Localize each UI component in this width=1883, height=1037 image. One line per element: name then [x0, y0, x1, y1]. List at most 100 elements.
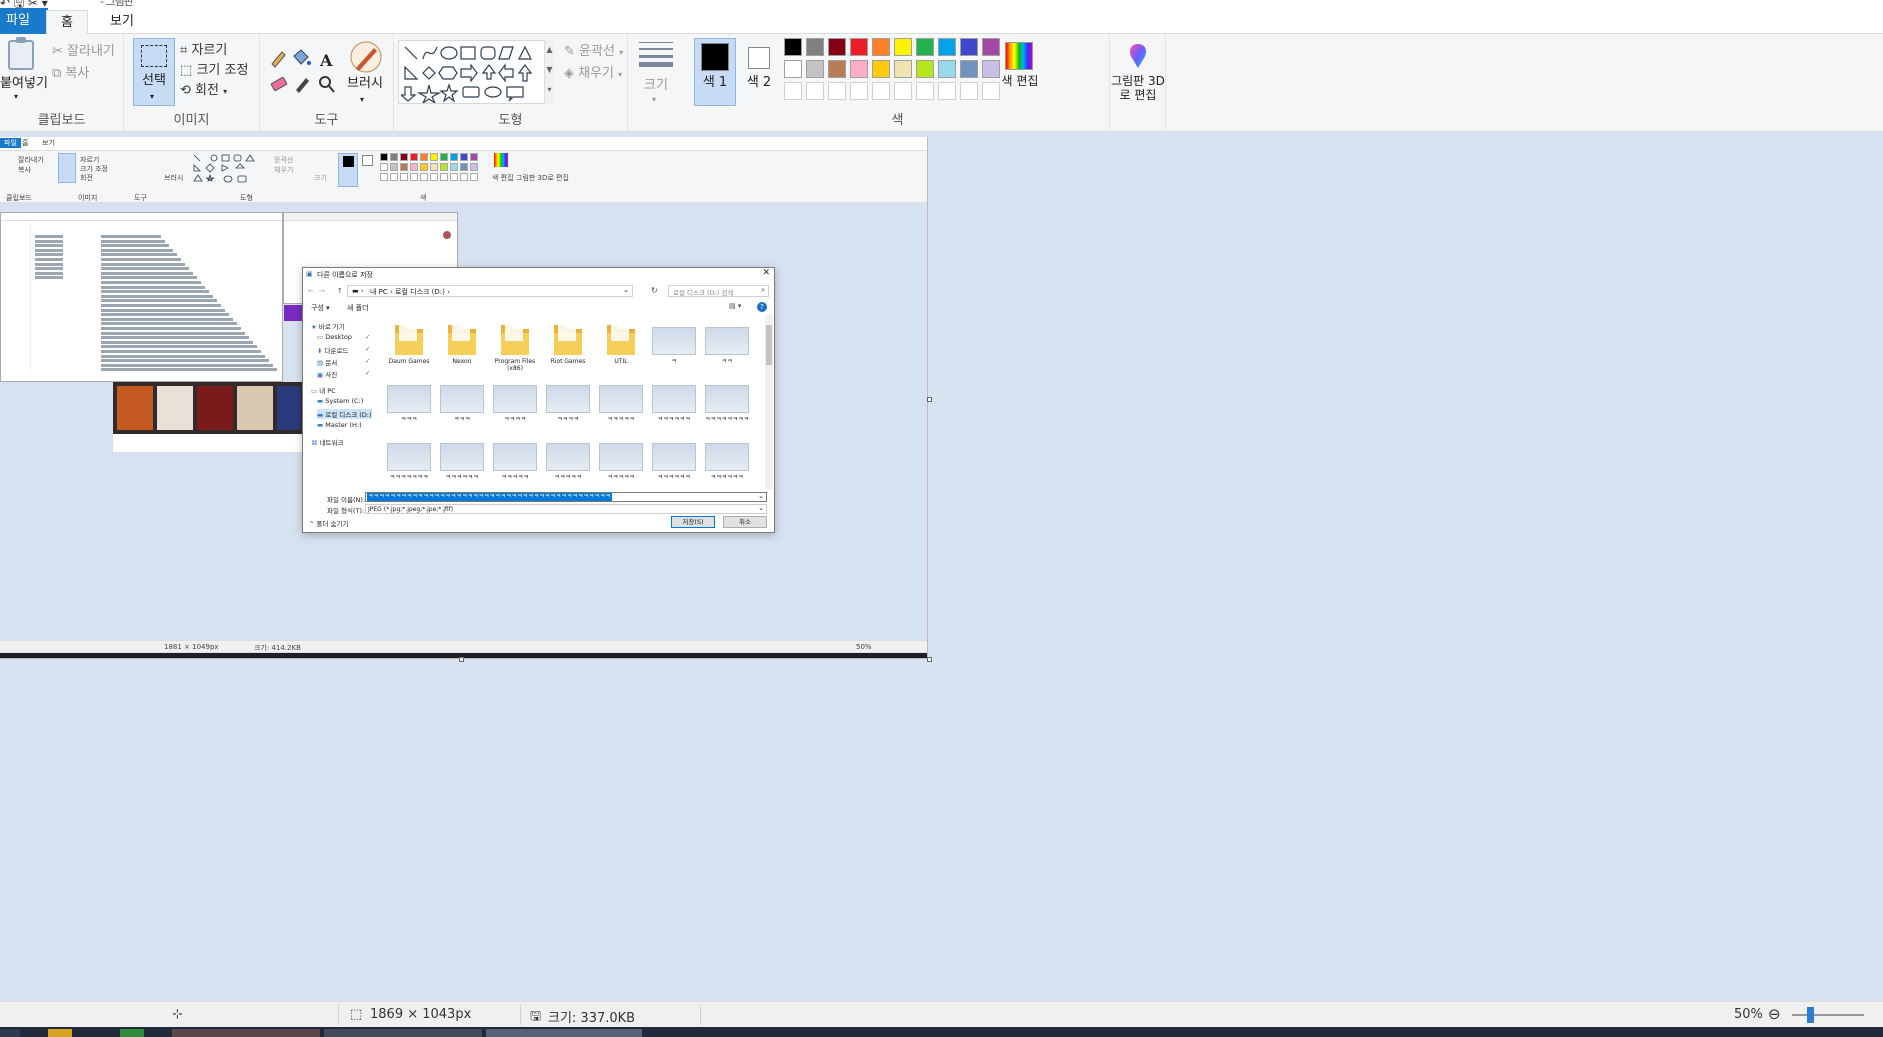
taskbar-chrome-icon[interactable] [120, 1029, 144, 1037]
filetype-select[interactable]: JPEG (*.jpg;*.jpeg;*.jpe;*.jfif) ⌄ [365, 504, 767, 514]
chevron-down-icon[interactable]: ⌄ [758, 493, 764, 500]
folder-item[interactable]: UTIL [597, 315, 645, 371]
color1-button[interactable]: 색 1 [694, 38, 736, 106]
crop-button[interactable]: ⌗ 자르기 [180, 39, 227, 58]
shapes-gallery[interactable] [398, 40, 548, 104]
chevron-down-icon[interactable]: ⌄ [623, 286, 629, 294]
palette-swatch[interactable] [850, 60, 868, 78]
color2-button[interactable]: 색 2 [738, 38, 780, 106]
filename-input[interactable]: ㅋㅋㅋㅋㅋㅋㅋㅋㅋㅋㅋㅋㅋㅋㅋㅋㅋㅋㅋㅋㅋㅋㅋㅋㅋㅋㅋㅋㅋㅋㅋㅋㅋㅋㅋㅋㅋㅋㅋㅋ… [365, 492, 767, 502]
zoom-slider-thumb[interactable] [1807, 1007, 1814, 1023]
palette-swatch[interactable] [828, 82, 846, 100]
file-item[interactable]: ㅋㅋㅋ [438, 373, 486, 429]
file-item[interactable]: ㅋㅋㅋㅋㅋㅋ [650, 431, 698, 487]
taskbar-app-1[interactable] [172, 1029, 320, 1037]
file-item[interactable]: ㅋㅋㅋㅋㅋㅋ [438, 431, 486, 487]
select-button[interactable]: 선택 ▾ [133, 38, 175, 106]
close-icon[interactable]: ✕ [762, 268, 770, 278]
new-folder-button[interactable]: 새 폴더 [347, 303, 369, 313]
file-item[interactable]: ㅋㅋㅋㅋㅋ [597, 431, 645, 487]
file-item[interactable]: ㅋㅋ [703, 315, 751, 371]
address-bar[interactable]: ▬ › 내 PC › 로컬 디스크 (D:) › ⌄ [347, 285, 633, 297]
resize-handle-bottom[interactable] [459, 657, 464, 662]
color-picker-icon[interactable] [296, 78, 309, 93]
cancel-button[interactable]: 취소 [723, 516, 767, 528]
search-input[interactable]: 로컬 디스크 (D:) 검색 ⌕ [668, 285, 769, 297]
file-item[interactable]: ㅋㅋㅋㅋㅋ [597, 373, 645, 429]
shapes-scroll[interactable]: ▲ ▼ ▾ [544, 40, 554, 104]
nav-item[interactable]: ▬ System (C:) [317, 397, 363, 405]
file-item[interactable]: ㅋㅋㅋㅋㅋㅋ [650, 373, 698, 429]
palette-swatch[interactable] [806, 38, 824, 56]
palette-swatch[interactable] [784, 38, 802, 56]
palette-swatch[interactable] [872, 38, 890, 56]
nav-item[interactable]: ▬ 로컬 디스크 (D:) [317, 409, 372, 419]
forward-icon[interactable]: → [319, 287, 325, 295]
palette-swatch[interactable] [850, 82, 868, 100]
folder-item[interactable]: Nexon [438, 315, 486, 371]
scrollbar-thumb[interactable] [766, 325, 772, 365]
start-button[interactable] [0, 1029, 20, 1037]
brush-button[interactable]: 브러시 ▾ [342, 36, 388, 106]
palette-swatch[interactable] [806, 60, 824, 78]
tab-view[interactable]: 보기 [96, 10, 148, 34]
palette-swatch[interactable] [938, 38, 956, 56]
palette-swatch[interactable] [806, 82, 824, 100]
palette-swatch[interactable] [784, 60, 802, 78]
text-icon[interactable]: A [319, 51, 333, 70]
tab-file[interactable]: 파일 [0, 8, 48, 34]
palette-swatch[interactable] [960, 38, 978, 56]
file-item[interactable]: ㅋㅋㅋㅋㅋ [544, 431, 592, 487]
file-item[interactable]: ㅋㅋㅋㅋㅋㅋㅋ [385, 431, 433, 487]
palette-swatch[interactable] [960, 82, 978, 100]
back-icon[interactable]: ← [308, 287, 314, 295]
fill-button[interactable]: ◈ 채우기 ▾ [564, 62, 622, 81]
palette-swatch[interactable] [894, 82, 912, 100]
resize-handle-right[interactable] [927, 397, 932, 402]
palette-swatch[interactable] [916, 38, 934, 56]
hide-folders-button[interactable]: ⌃ 폴더 숨기기 [309, 518, 349, 528]
nav-item[interactable]: ▭ Desktop ✓ [317, 333, 370, 341]
refresh-icon[interactable]: ↻ [651, 286, 658, 295]
palette-swatch[interactable] [894, 38, 912, 56]
nav-item[interactable]: ▬ Master (H:) [317, 421, 362, 429]
palette-swatch[interactable] [872, 82, 890, 100]
nav-item[interactable]: ▤ 문서 ✓ [317, 357, 370, 367]
edit-colors-button[interactable]: 색 편집 [998, 36, 1042, 106]
palette-swatch[interactable] [938, 82, 956, 100]
nav-item[interactable]: ▭ 내 PC [311, 385, 336, 395]
up-icon[interactable]: ↑ [337, 287, 343, 295]
taskbar-explorer-icon[interactable] [48, 1029, 72, 1037]
palette-swatch[interactable] [872, 60, 890, 78]
file-item[interactable]: ㅋㅋㅋㅋㅋㅋㅋㅋ [703, 373, 751, 429]
file-item[interactable]: ㅋㅋㅋ [385, 373, 433, 429]
zoom-slider[interactable] [1792, 1014, 1864, 1016]
file-item[interactable]: ㅋㅋㅋㅋ [491, 373, 539, 429]
tab-home[interactable]: 홈 [46, 10, 88, 35]
resize-handle-corner[interactable] [927, 657, 932, 662]
fill-bucket-icon[interactable] [293, 49, 311, 65]
cut-button[interactable]: ✂ 잘라내기 [52, 40, 115, 59]
palette-swatch[interactable] [850, 38, 868, 56]
palette-swatch[interactable] [938, 60, 956, 78]
file-item[interactable]: ㅋ [650, 315, 698, 371]
nav-item[interactable]: ▣ 사진 ✓ [317, 369, 370, 379]
help-icon[interactable]: ? [757, 302, 767, 312]
save-button[interactable]: 저장(S) [671, 516, 715, 528]
file-item[interactable]: ㅋㅋㅋㅋ [544, 373, 592, 429]
taskbar-paint[interactable] [486, 1029, 642, 1037]
canvas-area[interactable]: 파일 홈 보기 잘라내기 복사 클립보드 자르기 크기 조정 회전 이미지 도구… [0, 133, 1883, 1001]
quick-access-toolbar[interactable]: ↶ 🖫 ✂ ▾ [0, 0, 48, 8]
view-options-icon[interactable]: ▤ ▾ [729, 302, 741, 310]
size-button[interactable]: 크기 ▾ [634, 40, 678, 104]
folder-item[interactable]: Program Files (x86) [491, 315, 539, 372]
organize-button[interactable]: 구성 ▾ [311, 303, 330, 313]
copy-button[interactable]: ⧉ 복사 [52, 62, 89, 81]
palette-swatch[interactable] [916, 82, 934, 100]
folder-item[interactable]: Daum Games [385, 315, 433, 371]
palette-swatch[interactable] [916, 60, 934, 78]
palette-swatch[interactable] [828, 38, 846, 56]
palette-swatch[interactable] [828, 60, 846, 78]
resize-button[interactable]: ⬚ 크기 조정 [180, 59, 248, 78]
grid-scrollbar[interactable] [765, 315, 773, 489]
